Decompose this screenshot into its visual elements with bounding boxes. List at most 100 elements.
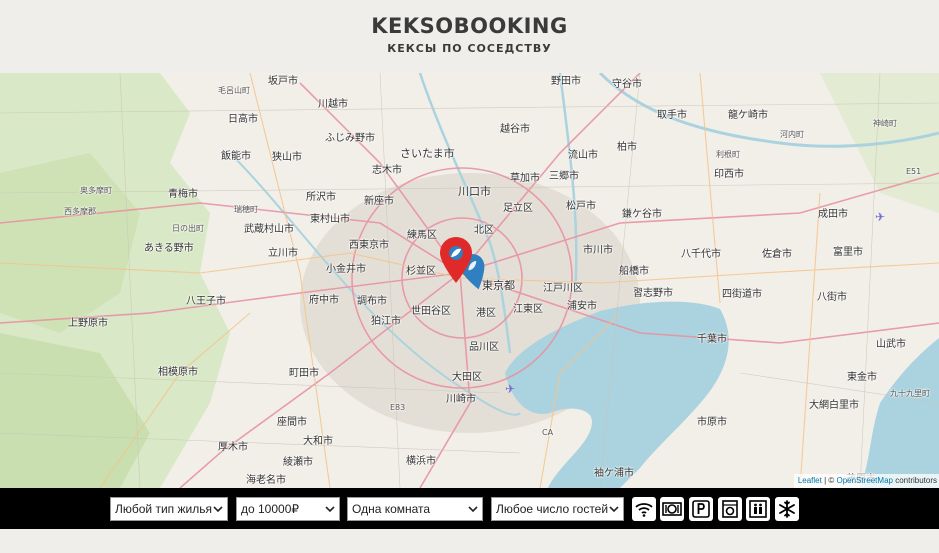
map-place-label: 八王子市 <box>186 296 226 307</box>
elevator-icon <box>749 500 767 518</box>
map-place-label: 神崎町 <box>873 119 897 128</box>
map-place-label: あきる野市 <box>144 243 194 254</box>
site-logo[interactable]: KEKSOBOOKING <box>0 14 939 38</box>
map-place-label: 青梅市 <box>168 189 198 200</box>
map-place-label: 足立区 <box>503 203 533 214</box>
feature-elevator-checkbox[interactable] <box>746 497 770 521</box>
map-place-label: 調布市 <box>357 296 387 307</box>
map-place-label: 綾瀬市 <box>283 457 313 468</box>
housing-price-value: до 10000₽ <box>241 502 300 516</box>
map-place-label: 西東京市 <box>349 240 389 251</box>
map-place-label: さいたま市 <box>400 147 455 160</box>
map-place-label: 龍ケ崎市 <box>728 110 768 121</box>
map-place-label: 所沢市 <box>306 192 336 203</box>
map-place-label: 大網白里市 <box>809 400 859 411</box>
map-place-label: 江東区 <box>513 304 543 315</box>
map-place-label: 成田市 <box>818 209 848 220</box>
map-place-label: 毛呂山町 <box>218 86 250 95</box>
dishwasher-icon <box>662 502 682 516</box>
map-place-label: 袖ケ浦市 <box>594 468 634 479</box>
map-place-label: 立川市 <box>268 248 298 259</box>
map-place-label: 大和市 <box>303 436 333 447</box>
map-place-label: 八街市 <box>817 292 847 303</box>
map-place-label: 松戸市 <box>566 201 596 212</box>
housing-rooms-select[interactable]: Одна комната <box>347 497 483 521</box>
wifi-icon <box>635 503 653 517</box>
map-place-label: 浦安市 <box>567 301 597 312</box>
map-place-label: 飯能市 <box>221 151 251 162</box>
svg-text:✈: ✈ <box>875 210 885 224</box>
map-place-label: 厚木市 <box>218 442 248 453</box>
map-place-label: 守谷市 <box>612 79 642 90</box>
map-place-label: 武蔵村山市 <box>244 224 294 235</box>
map-place-label: 狛江市 <box>371 316 401 327</box>
osm-link[interactable]: OpenStreetMap <box>836 476 892 485</box>
map-place-label: 九十九里町 <box>890 389 930 398</box>
map-place-label: 西多摩郡 <box>64 207 96 216</box>
map-place-label: 新座市 <box>364 196 394 207</box>
map-place-label: 大田区 <box>452 372 482 383</box>
map-place-label: 三郷市 <box>549 171 579 182</box>
main-pin[interactable] <box>440 237 472 283</box>
map-place-label: 座間市 <box>277 417 307 428</box>
map-place-label: 流山市 <box>568 150 598 161</box>
map-place-label: 川口市 <box>458 185 491 198</box>
map-place-label: 越谷市 <box>500 124 530 135</box>
snowflake-icon <box>779 500 795 518</box>
feature-washer-checkbox[interactable] <box>718 497 742 521</box>
map-place-label: 町田市 <box>289 368 319 379</box>
svg-text:✈: ✈ <box>505 382 515 396</box>
map-place-label: 港区 <box>476 308 496 319</box>
attribution-separator: | © <box>821 476 837 485</box>
map-place-label: 市川市 <box>583 245 613 256</box>
map-place-label: 柏市 <box>617 142 637 153</box>
housing-guests-select[interactable]: Любое число гостей <box>491 497 624 521</box>
map-place-label: 上野原市 <box>68 318 108 329</box>
map-place-label: 船橋市 <box>619 266 649 277</box>
leaflet-link[interactable]: Leaflet <box>798 476 822 485</box>
housing-guests-value: Любое число гостей <box>496 502 609 516</box>
map-place-label: CA <box>542 428 554 437</box>
site-header: KEKSOBOOKING КЕКСЫ ПО СОСЕДСТВУ <box>0 0 939 73</box>
map-place-label: 千葉市 <box>697 334 727 345</box>
parking-icon <box>692 500 710 518</box>
feature-wifi-checkbox[interactable] <box>632 497 656 521</box>
map-place-label: 川越市 <box>318 99 348 110</box>
feature-conditioner-checkbox[interactable] <box>775 497 799 521</box>
chevron-down-icon <box>213 506 223 513</box>
chevron-down-icon <box>325 506 335 513</box>
chevron-down-icon <box>468 506 478 513</box>
map-place-label: 利根町 <box>716 150 740 159</box>
map-view[interactable]: ✈ ✈ 坂戸市 日高市 川越市 ふじみ野市 さいたま市 越谷市 野田市 守谷市 取手市 龍ケ崎市飯… <box>0 73 939 488</box>
map-place-label: 野田市 <box>551 76 581 87</box>
map-place-label: 日高市 <box>228 114 258 125</box>
map-place-label: E83 <box>390 403 406 412</box>
map-place-label: 杉並区 <box>406 266 436 277</box>
map-place-label: 狭山市 <box>272 152 302 163</box>
map-place-label: 北区 <box>474 225 494 236</box>
map-place-label: 府中市 <box>309 295 339 306</box>
map-place-label: 海老名市 <box>246 475 286 486</box>
map-place-label: 鎌ケ谷市 <box>622 209 662 220</box>
map-place-label: 志木市 <box>372 165 402 176</box>
map-attribution: Leaflet | © OpenStreetMap contributors <box>793 474 939 488</box>
map-place-label: 奥多摩町 <box>80 186 112 195</box>
filters-bar: Любой тип жилья до 10000₽ Одна комната Л… <box>0 488 939 529</box>
map-place-label: 八千代市 <box>681 249 721 260</box>
map-place-label: 取手市 <box>657 110 687 121</box>
map-place-label: 世田谷区 <box>411 306 451 317</box>
feature-dishwasher-checkbox[interactable] <box>660 497 684 521</box>
map-place-label: 四街道市 <box>722 289 762 300</box>
map-place-label: 江戸川区 <box>543 283 583 294</box>
map-place-label: 坂戸市 <box>268 76 298 87</box>
map-place-label: 富里市 <box>833 247 863 258</box>
map-place-label: 相模原市 <box>158 367 198 378</box>
site-tagline: КЕКСЫ ПО СОСЕДСТВУ <box>387 42 552 55</box>
map-place-label: 川崎市 <box>446 394 476 405</box>
map-place-label: 習志野市 <box>633 288 673 299</box>
map-place-label: 練馬区 <box>407 230 437 241</box>
chevron-down-icon <box>609 506 619 513</box>
housing-price-select[interactable]: до 10000₽ <box>236 497 340 521</box>
feature-parking-checkbox[interactable] <box>689 497 713 521</box>
housing-type-select[interactable]: Любой тип жилья <box>110 497 228 521</box>
